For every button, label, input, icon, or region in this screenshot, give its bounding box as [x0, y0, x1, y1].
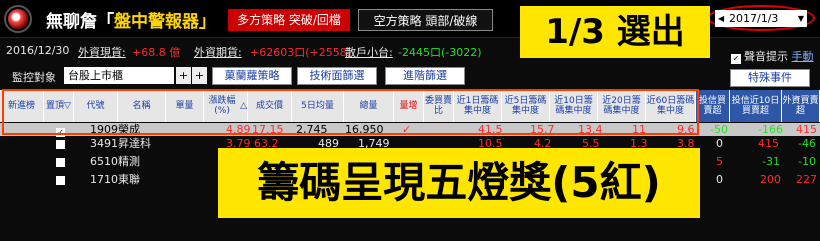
retail-value: -2445口(-3022): [398, 46, 482, 59]
advanced-filter-button[interactable]: 進階篩選: [385, 67, 465, 85]
stock-name: 東聯: [118, 173, 140, 186]
market-select[interactable]: 台股上市櫃: [64, 67, 174, 84]
cash-label[interactable]: 外資現貨:: [78, 44, 126, 60]
pin-check-mark: [56, 158, 65, 167]
trust-value: 0: [716, 173, 723, 186]
brand-name: 盤中警報器: [114, 12, 199, 32]
trust-value: -50: [710, 123, 728, 136]
foreign-value: -46: [798, 137, 816, 150]
pin-check-mark: [56, 140, 65, 149]
pin-checkbox[interactable]: [56, 175, 65, 188]
cash-value: +68.8 億: [132, 46, 181, 59]
stock-name: 精測: [118, 155, 140, 168]
expand-button[interactable]: +: [176, 67, 191, 84]
alarm-light-icon: [8, 9, 28, 29]
futures-value: +62603口(+2558): [250, 46, 352, 59]
app-window: 無聊詹「盤中警報器」 多方策略 突破/回檔 空方策略 頭部/破線 ◀ 2017/…: [0, 0, 820, 241]
stock-code: 6510: [90, 155, 118, 168]
monitor-label: 監控對象: [12, 71, 56, 84]
date-picker[interactable]: ◀ 2017/1/3 ▼: [715, 10, 807, 27]
futures-label[interactable]: 外資期貨:: [194, 44, 242, 60]
info-date: 2016/12/30: [6, 44, 70, 57]
trust10-value: -31: [762, 155, 780, 168]
add-button[interactable]: +: [192, 67, 207, 84]
trust10-value: -166: [758, 123, 783, 136]
special-events-button[interactable]: 特殊事件: [730, 69, 810, 87]
trust-value: 5: [716, 155, 723, 168]
brand-prefix: 無聊詹「: [46, 12, 114, 32]
long-strategy-button[interactable]: 多方策略 突破/回檔: [228, 9, 350, 31]
date-dropdown-icon[interactable]: ▼: [798, 10, 804, 27]
trust10-value: 200: [760, 173, 781, 186]
stock-code: 1710: [90, 173, 118, 186]
sound-label: 聲音提示: [744, 50, 788, 63]
col-trust[interactable]: 投信買賣超: [696, 90, 730, 122]
pin-check-mark: [56, 176, 65, 185]
stock-name: 昇達科: [118, 137, 151, 150]
retail-label[interactable]: 散戶小台:: [345, 44, 393, 60]
col-trust10[interactable]: 投信近10日買賣超: [730, 90, 782, 122]
stock-code: 3491: [90, 137, 118, 150]
control-row: 監控對象 台股上市櫃 + + 菓蘭蘿策略 技術面篩選 進階篩選: [0, 64, 820, 88]
foreign-value: 415: [796, 123, 817, 136]
sound-toggle[interactable]: ✓ 聲音提示 手動: [731, 48, 814, 64]
tech-filter-button[interactable]: 技術面篩選: [297, 67, 377, 85]
strategy-button[interactable]: 菓蘭蘿策略: [212, 67, 292, 85]
sound-checkbox[interactable]: ✓: [731, 54, 741, 64]
foreign-value: -10: [798, 155, 816, 168]
highlight-outline: [2, 89, 699, 135]
selection-date-label: 1/3 選出: [520, 6, 710, 58]
trust10-value: 415: [758, 137, 779, 150]
pin-checkbox[interactable]: [56, 157, 65, 170]
annotation-banner: 籌碼呈現五燈獎(5紅): [218, 148, 700, 218]
trust-value: 0: [716, 137, 723, 150]
date-value: 2017/1/3: [729, 12, 779, 25]
pin-checkbox[interactable]: [56, 139, 65, 152]
app-title: 無聊詹「盤中警報器」: [46, 7, 216, 32]
short-strategy-button[interactable]: 空方策略 頭部/破線: [358, 9, 493, 31]
date-prev-icon[interactable]: ◀: [718, 10, 724, 27]
foreign-value: 227: [796, 173, 817, 186]
brand-suffix: 」: [199, 12, 216, 32]
manual-link[interactable]: 手動: [792, 50, 814, 63]
col-foreign[interactable]: 外資買賣超: [782, 90, 820, 122]
